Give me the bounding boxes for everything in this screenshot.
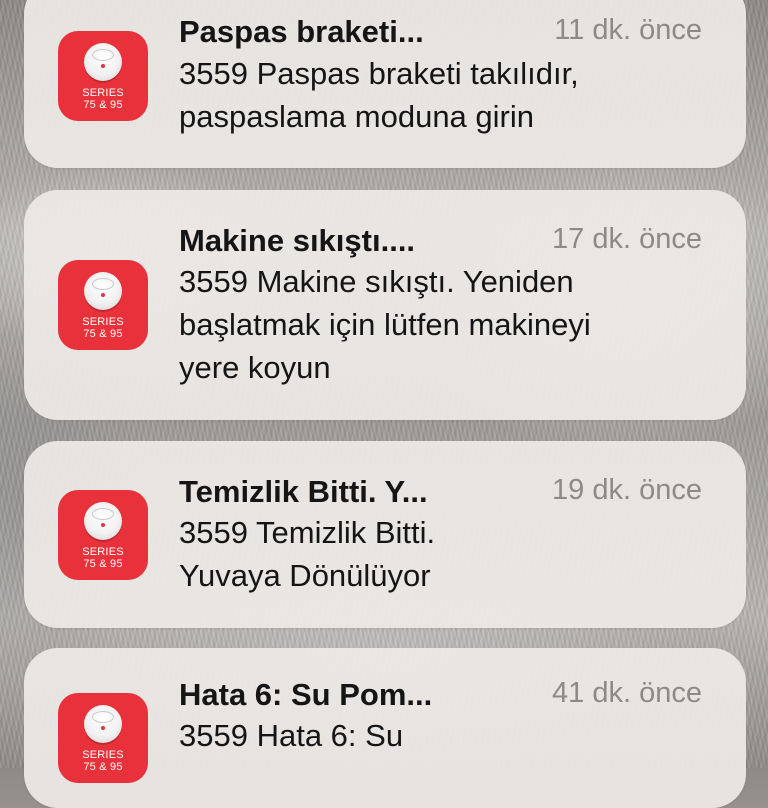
notification-card[interactable]: SERIES 75 & 95 Paspas braketi... 11 dk. …: [24, 0, 746, 168]
app-icon-label: SERIES 75 & 95: [82, 87, 124, 111]
notification-body: 3559 Temizlik Bitti. Yuvaya Dönülüyor: [179, 515, 436, 593]
notification-body: 3559 Paspas braketi takılıdır, paspaslam…: [179, 56, 579, 134]
app-icon-label: SERIES 75 & 95: [82, 316, 124, 340]
robot-vacuum-app-icon: SERIES 75 & 95: [58, 260, 148, 350]
notification-title: Paspas braketi...: [179, 14, 424, 49]
app-icon-label: SERIES 75 & 95: [82, 546, 124, 570]
notification-title: Temizlik Bitti. Y...: [179, 474, 428, 509]
notification-card[interactable]: SERIES 75 & 95 Temizlik Bitti. Y... 19 d…: [24, 441, 746, 628]
notification-title: Hata 6: Su Pom...: [179, 677, 433, 712]
notification-time: 17 dk. önce: [552, 223, 702, 255]
robot-vacuum-app-icon: SERIES 75 & 95: [58, 31, 148, 121]
robot-vacuum-app-icon: SERIES 75 & 95: [58, 693, 148, 783]
notification-card[interactable]: SERIES 75 & 95 Hata 6: Su Pom... 41 dk. …: [24, 648, 746, 808]
robot-vacuum-icon: [84, 272, 122, 310]
notification-title: Makine sıkıştı....: [179, 223, 416, 258]
robot-vacuum-app-icon: SERIES 75 & 95: [58, 490, 148, 580]
notification-time: 41 dk. önce: [552, 677, 702, 709]
app-icon-label: SERIES 75 & 95: [82, 749, 124, 773]
notification-body: 3559 Hata 6: Su: [179, 718, 404, 753]
notification-body: 3559 Makine sıkıştı. Yeniden başlatmak i…: [179, 264, 591, 385]
notification-card[interactable]: SERIES 75 & 95 Makine sıkıştı.... 17 dk.…: [24, 190, 746, 420]
notification-time: 19 dk. önce: [552, 474, 702, 506]
robot-vacuum-icon: [84, 705, 122, 743]
notification-time: 11 dk. önce: [554, 14, 702, 46]
robot-vacuum-icon: [84, 502, 122, 540]
robot-vacuum-icon: [84, 43, 122, 81]
